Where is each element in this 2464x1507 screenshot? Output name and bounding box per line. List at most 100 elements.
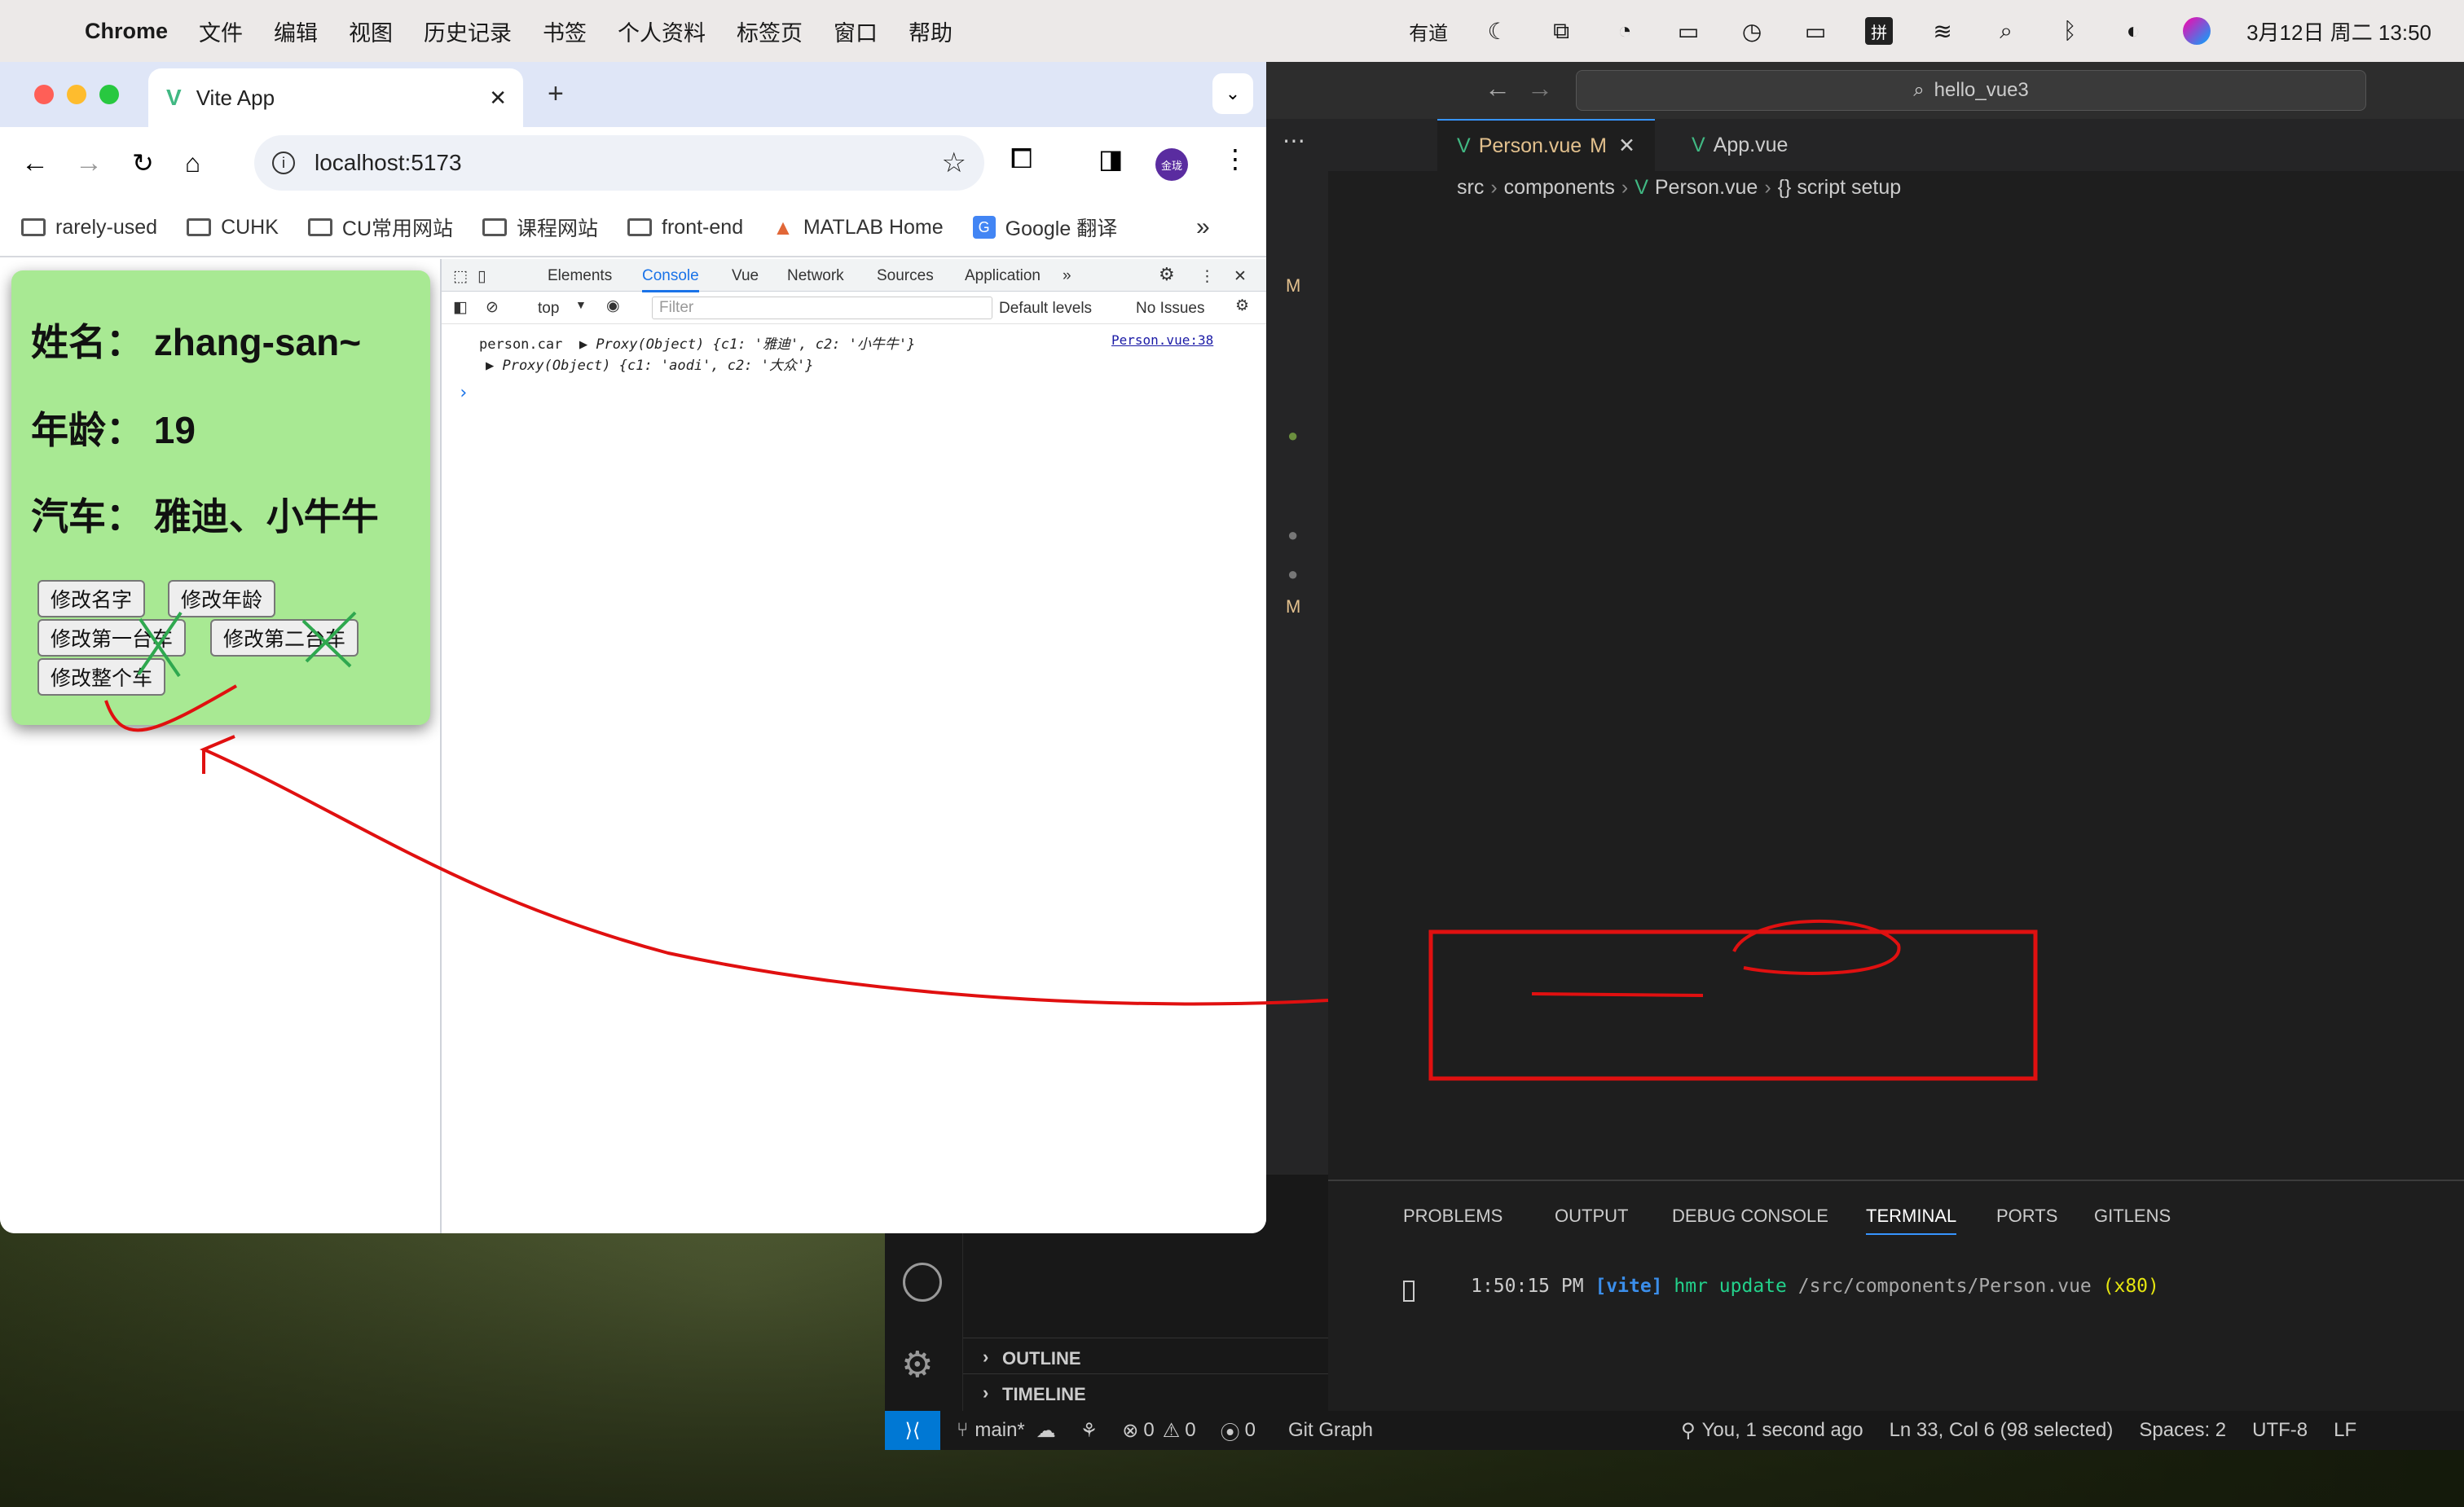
outline-section[interactable]: › OUTLINE <box>963 1338 1328 1373</box>
new-tab-icon[interactable]: + <box>548 78 564 110</box>
minimize-window-button[interactable] <box>67 85 86 104</box>
sync-icon[interactable]: ☁ <box>1036 1419 1056 1443</box>
site-info-icon[interactable]: i <box>272 152 295 174</box>
menu-profile[interactable]: 个人资料 <box>618 15 706 47</box>
tab-application[interactable]: Application <box>965 267 1041 285</box>
git-icon[interactable]: ⚘ <box>1080 1419 1098 1443</box>
bookmark-front-end[interactable]: front-end <box>627 216 743 239</box>
close-tab-icon[interactable]: ✕ <box>489 86 507 111</box>
breadcrumb-src[interactable]: src <box>1457 176 1484 200</box>
input-method-icon[interactable]: 拼 <box>1865 17 1894 45</box>
change-name-button[interactable]: 修改名字 <box>37 580 146 617</box>
error-count[interactable]: 0 <box>1143 1419 1154 1442</box>
change-car1-button[interactable]: 修改第一台车 <box>37 619 187 657</box>
bookmark-courses[interactable]: 课程网站 <box>482 213 598 242</box>
chrome-menu-icon[interactable]: ⋮ <box>1222 143 1248 174</box>
browser-tab[interactable]: V Vite App ✕ <box>148 68 523 127</box>
tab-app-vue[interactable]: V App.vue <box>1672 119 1807 171</box>
blame-label[interactable]: You, 1 second ago <box>1702 1419 1863 1442</box>
change-all-cars-button[interactable]: 修改整个车 <box>37 658 166 696</box>
indentation[interactable]: Spaces: 2 <box>2139 1419 2226 1442</box>
menu-bookmarks[interactable]: 书签 <box>543 15 587 47</box>
console-settings-icon[interactable]: ⚙ <box>1235 297 1249 315</box>
cursor-position[interactable]: Ln 33, Col 6 (98 selected) <box>1890 1419 2114 1442</box>
menubar-datetime[interactable]: 3月12日 周二 13:50 <box>2246 16 2431 46</box>
tab-vue[interactable]: Vue <box>732 267 759 285</box>
clear-console-icon[interactable]: ⊘ <box>486 298 499 317</box>
wifi-icon[interactable]: ≋ <box>1929 17 1956 45</box>
nav-forward-icon[interactable]: → <box>1527 73 1553 103</box>
tab-ports[interactable]: PORTS <box>1996 1206 2057 1227</box>
bookmark-cu-sites[interactable]: CU常用网站 <box>307 213 453 242</box>
issues-button[interactable]: No Issues <box>1136 300 1204 318</box>
bookmark-google-translate[interactable]: G Google 翻译 <box>972 213 1117 242</box>
branch-name[interactable]: main* <box>975 1419 1024 1442</box>
timeline-section[interactable]: › TIMELINE <box>963 1373 1328 1409</box>
console-prompt[interactable]: › <box>458 383 469 403</box>
tab-output[interactable]: OUTPUT <box>1555 1206 1628 1227</box>
tab-gitlens[interactable]: GITLENS <box>2094 1206 2171 1227</box>
bookmark-rarely-used[interactable]: rarely-used <box>21 216 157 239</box>
bookmark-cuhk[interactable]: CUHK <box>187 216 279 239</box>
change-car2-button[interactable]: 修改第二台车 <box>210 619 359 657</box>
profile-avatar[interactable]: 金珑 <box>1155 148 1188 181</box>
menu-window[interactable]: 窗口 <box>834 15 878 47</box>
extensions-icon[interactable]: ⧠ <box>1010 143 1032 175</box>
forward-icon[interactable]: → <box>75 147 103 179</box>
clock-icon[interactable]: ◷ <box>1738 17 1766 45</box>
log-levels-select[interactable]: Default levels <box>999 300 1092 318</box>
search-icon[interactable]: ⌕ <box>1992 17 2020 45</box>
devtools-close-icon[interactable]: ✕ <box>1234 267 1247 286</box>
settings-gear-icon[interactable]: ⚙ <box>901 1344 933 1386</box>
log-object[interactable]: ▶ Proxy(Object) {c1: '雅迪', c2: '小牛牛'} <box>579 336 916 353</box>
breadcrumb-symbol[interactable]: {} script setup <box>1778 176 1901 200</box>
tab-terminal[interactable]: TERMINAL <box>1866 1206 1957 1235</box>
siri-icon[interactable] <box>2183 17 2211 45</box>
tab-sources[interactable]: Sources <box>877 267 934 285</box>
battery-icon[interactable]: ▭ <box>1802 17 1829 45</box>
ports-count[interactable]: 0 <box>1245 1419 1256 1442</box>
live-expression-icon[interactable]: ◉ <box>606 297 620 315</box>
wechat-icon[interactable]: ◔ <box>1611 17 1639 45</box>
tab-debug-console[interactable]: DEBUG CONSOLE <box>1672 1206 1828 1227</box>
tab-problems[interactable]: PROBLEMS <box>1403 1206 1503 1227</box>
devtools-settings-icon[interactable]: ⚙ <box>1159 264 1175 285</box>
log-source-link[interactable]: Person.vue:38 <box>1111 332 1213 348</box>
bluetooth-icon[interactable]: ᛒ <box>2056 17 2083 45</box>
more-icon[interactable]: ⋯ <box>1283 127 1305 154</box>
code-editor[interactable] <box>1328 204 2464 1180</box>
tab-network[interactable]: Network <box>787 267 844 285</box>
tab-person-vue[interactable]: V Person.vue M ✕ <box>1437 119 1655 171</box>
zoom-window-button[interactable] <box>99 85 119 104</box>
encoding[interactable]: UTF-8 <box>2252 1419 2308 1442</box>
sidebar-toggle-icon[interactable]: ◧ <box>453 298 468 317</box>
device-icon[interactable]: ▯ <box>477 267 486 286</box>
change-age-button[interactable]: 修改年龄 <box>168 580 276 617</box>
menu-edit[interactable]: 编辑 <box>274 15 318 47</box>
console-log-entry[interactable]: ▶ Proxy(Object) {c1: 'aodi', c2: '大众'} <box>486 354 813 374</box>
youdao-icon[interactable]: 有道 <box>1409 17 1448 45</box>
git-graph-button[interactable]: Git Graph <box>1288 1419 1373 1442</box>
back-icon[interactable]: ← <box>21 147 49 179</box>
menu-tabs[interactable]: 标签页 <box>737 15 803 47</box>
display-icon[interactable]: ▭ <box>1674 17 1702 45</box>
moon-icon[interactable]: ☾ <box>1484 17 1511 45</box>
control-center-icon[interactable]: ◐ <box>2119 17 2147 45</box>
close-icon[interactable]: ✕ <box>1618 134 1635 158</box>
tab-elements[interactable]: Elements <box>548 267 612 285</box>
tab-search-icon[interactable]: ⌄ <box>1212 73 1253 114</box>
nav-back-icon[interactable]: ← <box>1485 73 1511 103</box>
console-filter-input[interactable]: Filter <box>652 297 992 319</box>
bookmark-matlab[interactable]: ▲ MATLAB Home <box>772 215 944 240</box>
command-center-search[interactable]: ⌕ hello_vue3 <box>1576 70 2366 111</box>
close-window-button[interactable] <box>34 85 54 104</box>
more-bookmarks-icon[interactable]: » <box>1196 213 1210 241</box>
windows-icon[interactable]: ⧉ <box>1547 17 1575 45</box>
bookmark-star-icon[interactable]: ☆ <box>942 147 966 179</box>
inspect-icon[interactable]: ⬚ <box>453 267 468 286</box>
more-tabs-icon[interactable]: » <box>1063 267 1071 285</box>
devtools-menu-icon[interactable]: ⋮ <box>1199 267 1215 286</box>
context-select[interactable]: top <box>538 300 559 318</box>
breadcrumb-file[interactable]: Person.vue <box>1655 176 1758 200</box>
terminal-output[interactable]: 1:50:15 PM [vite] hmr update /src/compon… <box>1403 1254 2159 1318</box>
